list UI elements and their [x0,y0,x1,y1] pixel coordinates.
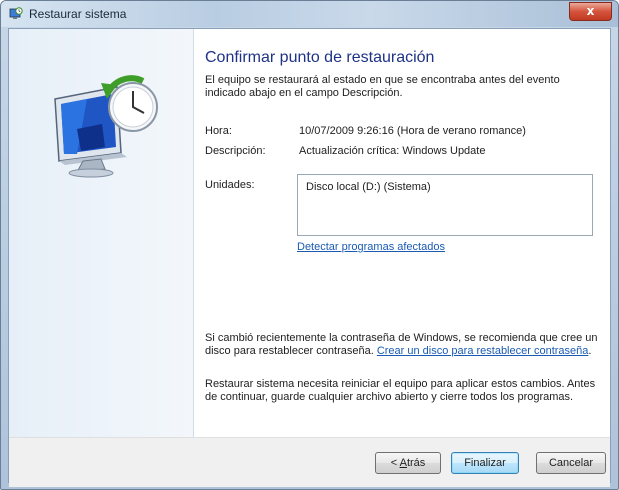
back-button[interactable]: < Atrás [375,452,441,474]
finish-button[interactable]: Finalizar [451,452,519,474]
system-restore-icon [9,7,23,19]
description-value: Actualización crítica: Windows Update [299,145,486,157]
close-icon: x [586,4,595,18]
wizard-content: Confirmar punto de restauración El equip… [205,29,598,437]
back-button-accelerator: A [399,457,407,469]
drives-label: Unidades: [205,179,255,191]
intro-text: El equipo se restaurará al estado en que… [205,74,560,99]
page-title: Confirmar punto de restauración [205,49,435,66]
monitor-restore-clock-icon [54,75,158,178]
time-label: Hora: [205,125,232,137]
back-button-rest: trás [406,457,426,469]
wizard-sidebar [9,29,194,437]
window-title: Restaurar sistema [29,7,127,21]
password-notice: Si cambió recientemente la contraseña de… [205,332,610,358]
close-button[interactable]: x [569,2,612,21]
password-notice-trailing: . [588,345,592,357]
detect-affected-programs-link[interactable]: Detectar programas afectados [297,241,445,253]
wizard-client-area: Confirmar punto de restauración El equip… [8,28,611,487]
description-label: Descripción: [205,145,266,157]
title-bar[interactable]: Restaurar sistema x [1,1,618,27]
back-button-prefix: < [390,457,400,469]
restore-window: Restaurar sistema x Confirmar punto de r… [0,0,619,490]
restart-notice: Restaurar sistema necesita reiniciar el … [205,378,596,403]
time-value: 10/07/2009 9:26:16 (Hora de verano roman… [299,125,526,137]
list-item[interactable]: Disco local (D:) (Sistema) [306,181,431,193]
create-password-reset-disk-link[interactable]: Crear un disco para restablecer contrase… [377,345,589,357]
cancel-button[interactable]: Cancelar [536,452,606,474]
button-bar: < Atrás Finalizar Cancelar [9,437,610,487]
drives-list[interactable]: Disco local (D:) (Sistema) [297,174,593,236]
